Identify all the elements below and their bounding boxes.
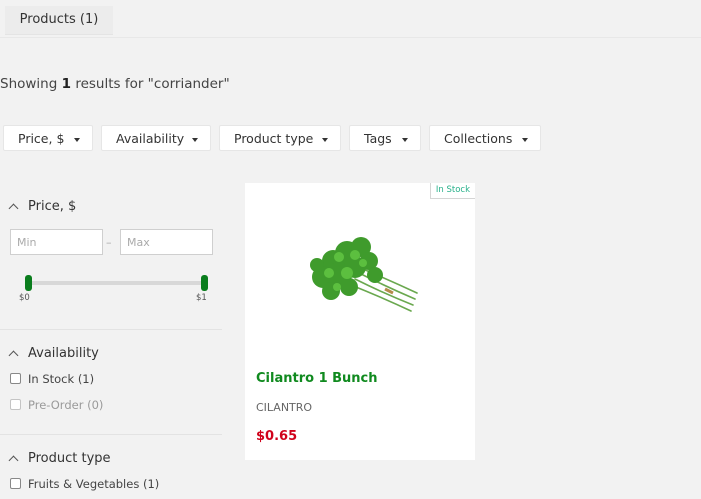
- filter-collections-dropdown[interactable]: Collections: [429, 125, 541, 151]
- filter-product-type-dropdown[interactable]: Product type: [219, 125, 341, 151]
- filter-availability-label: Availability: [116, 131, 185, 146]
- chevron-up-icon[interactable]: [8, 203, 19, 214]
- caret-down-icon: [322, 138, 328, 142]
- filter-tags-label: Tags: [364, 131, 392, 146]
- filter-price-label: Price, $: [18, 131, 65, 146]
- chevron-up-icon[interactable]: [8, 350, 19, 361]
- availability-pre-order-label[interactable]: Pre-Order (0): [28, 398, 103, 412]
- filter-sidebar: Price, $ – $0 $1 Availability In Stock (…: [0, 183, 222, 499]
- filter-collections-label: Collections: [444, 131, 513, 146]
- availability-in-stock-label[interactable]: In Stock (1): [28, 372, 94, 386]
- price-range-min-label: $0: [19, 293, 30, 303]
- availability-pre-order-checkbox[interactable]: [10, 399, 21, 410]
- filter-price-dropdown[interactable]: Price, $: [3, 125, 93, 151]
- product-type-fruits-vegetables-label[interactable]: Fruits & Vegetables (1): [28, 477, 159, 491]
- range-separator: –: [106, 236, 112, 249]
- caret-down-icon: [402, 138, 408, 142]
- product-type-fruits-vegetables-checkbox[interactable]: [10, 478, 21, 489]
- results-count: 1: [61, 76, 72, 92]
- filter-tags-dropdown[interactable]: Tags: [349, 125, 421, 151]
- chevron-up-icon[interactable]: [8, 455, 19, 466]
- price-section-title[interactable]: Price, $: [28, 199, 76, 214]
- section-divider: [0, 434, 222, 435]
- price-range-max-label: $1: [196, 293, 207, 303]
- product-title[interactable]: Cilantro 1 Bunch: [256, 371, 378, 386]
- section-divider: [0, 329, 222, 330]
- availability-in-stock-checkbox[interactable]: [10, 373, 21, 384]
- price-slider-max-handle[interactable]: [201, 275, 208, 291]
- caret-down-icon: [74, 138, 80, 142]
- tab-products[interactable]: Products (1): [5, 6, 113, 35]
- product-card[interactable]: In Stock Cilantro 1 Bunch CILANTRO $0.65: [245, 183, 475, 460]
- filter-product-type-label: Product type: [234, 131, 314, 146]
- price-max-input[interactable]: [120, 229, 213, 255]
- caret-down-icon: [522, 138, 528, 142]
- cilantro-image[interactable]: [303, 231, 423, 317]
- results-summary: Showing 1 results for "corriander": [0, 76, 230, 92]
- product-type-section-title[interactable]: Product type: [28, 451, 111, 466]
- tab-divider: [0, 37, 701, 38]
- price-slider-min-handle[interactable]: [25, 275, 32, 291]
- results-suffix: results for "corriander": [75, 76, 230, 92]
- availability-section-title[interactable]: Availability: [28, 346, 99, 361]
- product-vendor: CILANTRO: [256, 401, 313, 414]
- results-prefix: Showing: [0, 76, 58, 92]
- product-price: $0.65: [256, 429, 298, 444]
- price-min-input[interactable]: [10, 229, 103, 255]
- caret-down-icon: [192, 138, 198, 142]
- stock-badge: In Stock: [429, 183, 475, 199]
- price-slider-track[interactable]: [28, 281, 204, 285]
- filter-availability-dropdown[interactable]: Availability: [101, 125, 211, 151]
